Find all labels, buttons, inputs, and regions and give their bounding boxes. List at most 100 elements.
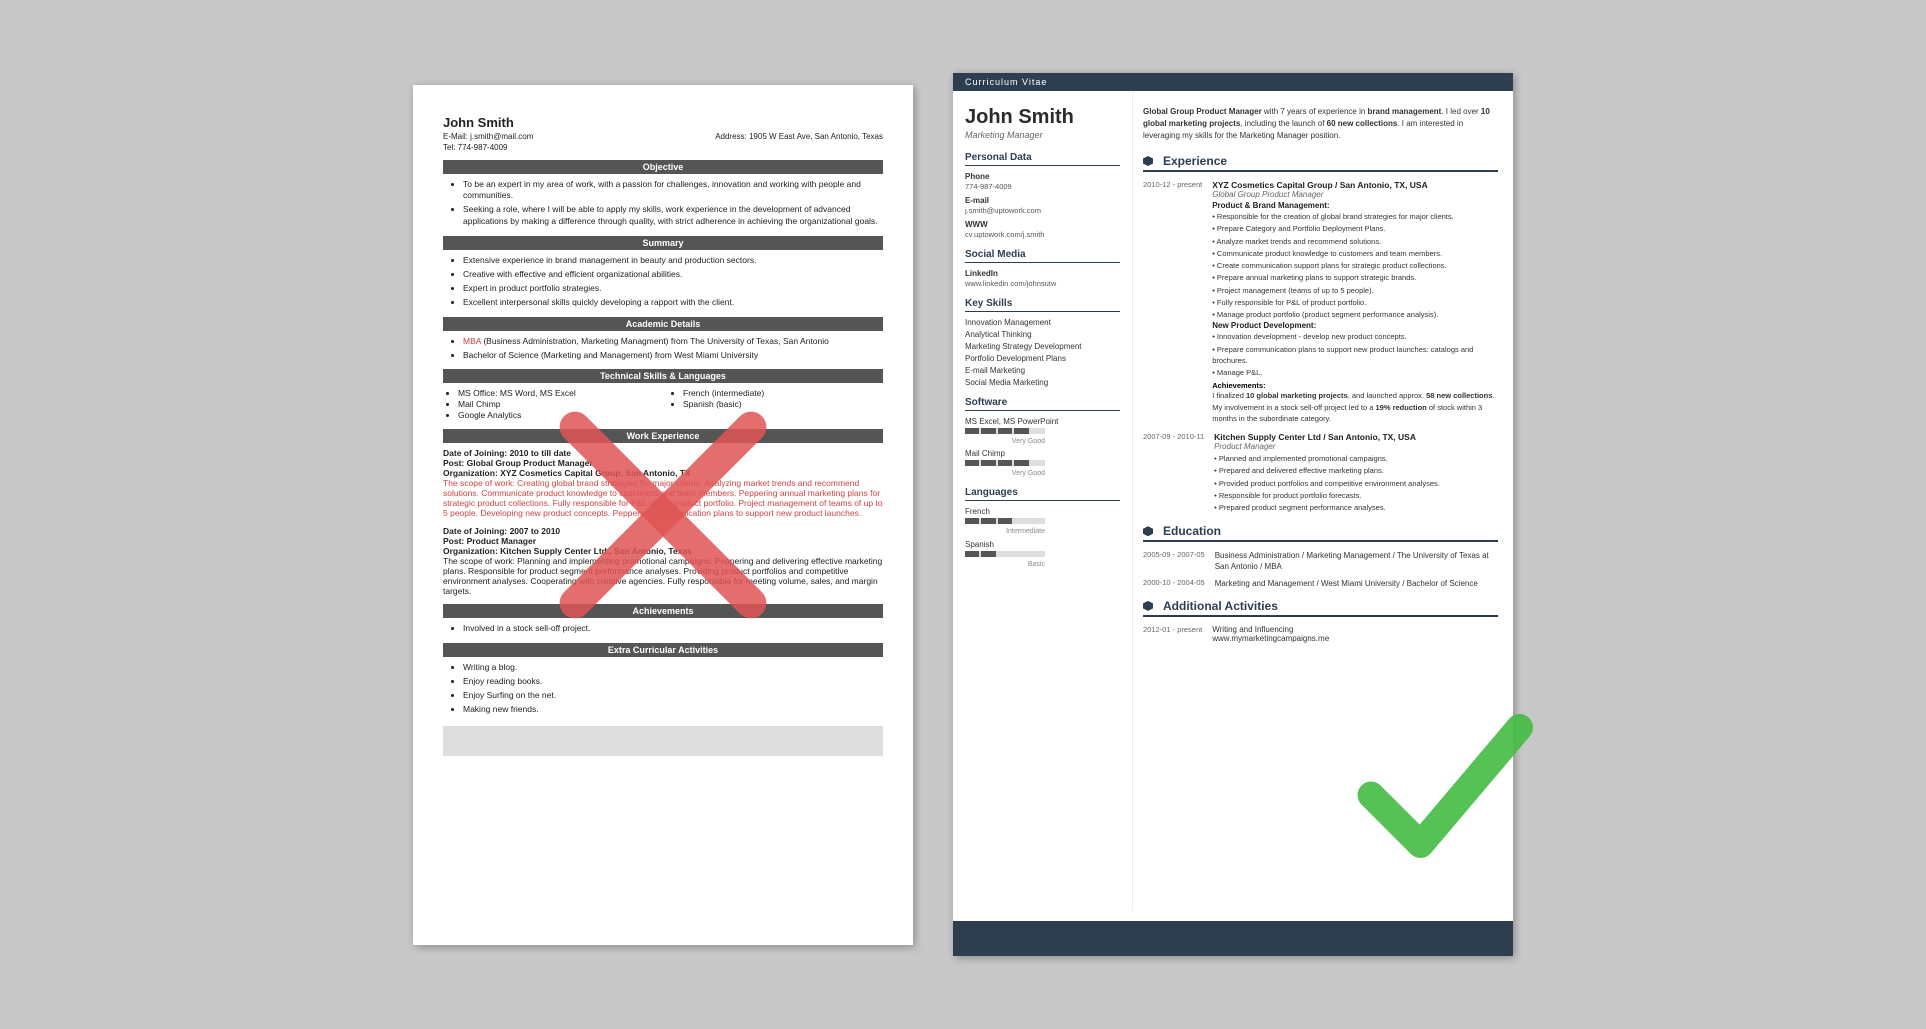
- www-value: cv.uptowork.com/j.smith: [965, 230, 1120, 239]
- bullet: • Analyze market trends and recommend so…: [1212, 236, 1498, 247]
- list-item: Enjoy Surfing on the net.: [463, 690, 883, 702]
- social-media-title: Social Media: [965, 249, 1120, 263]
- bullet: • Communicate product knowledge to custo…: [1212, 248, 1498, 259]
- achievements-title: Achievements: [443, 604, 883, 618]
- summary-list: Extensive experience in brand management…: [443, 255, 883, 309]
- edu-content-2: Marketing and Management / West Miami Un…: [1215, 578, 1498, 589]
- list-item: Spanish (basic): [683, 399, 883, 409]
- bar-seg: [998, 551, 1012, 557]
- right-content: John Smith Marketing Manager Personal Da…: [953, 91, 1513, 911]
- bar-seg: [998, 428, 1012, 434]
- work-date-2: Date of Joining: 2007 to 2010: [443, 526, 560, 536]
- linkedin-value: www.linkedin.com/johnsutw: [965, 279, 1120, 288]
- lang-bar-2: [965, 551, 1045, 557]
- personal-data-title: Personal Data: [965, 152, 1120, 166]
- lang-bar-label-2: Basic: [965, 561, 1045, 568]
- section-dot-icon: [1143, 601, 1153, 611]
- bullet: • Innovation development - develop new p…: [1212, 331, 1498, 342]
- left-address: Address: 1905 W East Ave, San Antonio, T…: [715, 132, 883, 141]
- left-skills: MS Office: MS Word, MS Excel Mail Chimp …: [443, 388, 658, 421]
- edu-content-1: Business Administration / Marketing Mana…: [1215, 550, 1498, 572]
- www-label: WWW: [965, 220, 1120, 229]
- objective-title: Objective: [443, 160, 883, 174]
- work-org-2: Organization: Kitchen Supply Center Ltd.…: [443, 546, 692, 556]
- bar-seg: [998, 518, 1012, 524]
- phone-label: Phone: [965, 172, 1120, 181]
- languages-title: Languages: [965, 487, 1120, 501]
- exp-content-1: XYZ Cosmetics Capital Group / San Antoni…: [1212, 180, 1498, 424]
- achievements-list: Involved in a stock sell-off project.: [443, 623, 883, 635]
- list-item: Mail Chimp: [458, 399, 658, 409]
- act-text: Writing and Influencing: [1212, 625, 1329, 634]
- software-item-2: Mail Chimp: [965, 449, 1120, 458]
- lang-bar-1: [965, 518, 1045, 524]
- software-bar-label-1: Very Good: [965, 438, 1045, 445]
- list-item: Creative with effective and efficient or…: [463, 269, 883, 281]
- ach-text-1: I finalized 10 global marketing projects…: [1212, 390, 1498, 401]
- phone-value: 774-987-4009: [965, 182, 1120, 191]
- bullet: • Responsible for product portfolio fore…: [1214, 490, 1498, 501]
- extra-list: Writing a blog. Enjoy reading books. Enj…: [443, 662, 883, 716]
- exp-bullets-3: • Planned and implemented promotional ca…: [1214, 453, 1498, 513]
- act-content-1: Writing and Influencing www.mymarketingc…: [1212, 625, 1329, 643]
- bar-seg: [981, 460, 995, 466]
- exp-role-2: Product Manager: [1214, 442, 1498, 451]
- email-label: E-mail: [965, 196, 1120, 205]
- act-entry-1: 2012-01 - present Writing and Influencin…: [1143, 625, 1498, 643]
- software-bar-2: [965, 460, 1045, 466]
- bullet: • Project management (teams of up to 5 p…: [1212, 285, 1498, 296]
- left-contact: E-Mail: j.smith@mail.com Address: 1905 W…: [443, 132, 883, 141]
- work-scope-2: The scope of work: Planning and implemen…: [443, 556, 883, 596]
- work-entry-1: Date of Joining: 2010 to till date Post:…: [443, 448, 883, 518]
- edu-dates-2: 2000-10 - 2004-05: [1143, 578, 1205, 589]
- lang-bar-label-1: Intermediate: [965, 528, 1045, 535]
- right-resume-wrapper: Curriculum Vitae John Smith Marketing Ma…: [953, 73, 1513, 956]
- software-title: Software: [965, 397, 1120, 411]
- bar-seg: [1014, 460, 1028, 466]
- act-url: www.mymarketingcampaigns.me: [1212, 634, 1329, 643]
- work-post-2: Post: Product Manager: [443, 536, 536, 546]
- edu-entry-1: 2005-09 - 2007-05 Business Administratio…: [1143, 550, 1498, 572]
- bullet: • Manage P&L.: [1212, 367, 1498, 378]
- cv-banner: Curriculum Vitae: [953, 73, 1513, 91]
- bar-seg: [965, 428, 979, 434]
- left-resume: John Smith E-Mail: j.smith@mail.com Addr…: [413, 85, 913, 945]
- bar-seg: [1014, 428, 1028, 434]
- work-org-1: Organization: XYZ Cosmetics Capital Grou…: [443, 468, 691, 478]
- right-intro: Global Group Product Manager with 7 year…: [1143, 106, 1498, 142]
- bullet: • Planned and implemented promotional ca…: [1214, 453, 1498, 464]
- list-item: Google Analytics: [458, 410, 658, 420]
- skills-cols: MS Office: MS Word, MS Excel Mail Chimp …: [443, 388, 883, 421]
- right-skills: French (intermediate) Spanish (basic): [668, 388, 883, 421]
- work-title: Work Experience: [443, 429, 883, 443]
- bullet: • Create communication support plans for…: [1212, 260, 1498, 271]
- skill-item: Analytical Thinking: [965, 330, 1120, 339]
- bar-seg: [1031, 460, 1045, 466]
- list-item: MS Office: MS Word, MS Excel: [458, 388, 658, 398]
- academic-list: MBA (Business Administration, Marketing …: [443, 336, 883, 362]
- skill-item: Innovation Management: [965, 318, 1120, 327]
- list-item: Seeking a role, where I will be able to …: [463, 204, 883, 228]
- exp-dates-1: 2010-12 - present: [1143, 180, 1202, 424]
- bar-seg: [981, 518, 995, 524]
- exp-content-2: Kitchen Supply Center Ltd / San Antonio,…: [1214, 432, 1498, 514]
- bar-seg: [1031, 428, 1045, 434]
- education-section-title: Education: [1143, 524, 1498, 542]
- edu-dates-1: 2005-09 - 2007-05: [1143, 550, 1205, 572]
- exp-company-1: XYZ Cosmetics Capital Group / San Antoni…: [1212, 180, 1498, 190]
- extra-title: Extra Curricular Activities: [443, 643, 883, 657]
- bullet: • Responsible for the creation of global…: [1212, 211, 1498, 222]
- bar-seg: [981, 428, 995, 434]
- bar-seg: [981, 551, 995, 557]
- bullet: • Prepared and delivered effective marke…: [1214, 465, 1498, 476]
- work-entry-2: Date of Joining: 2007 to 2010 Post: Prod…: [443, 526, 883, 596]
- right-name: John Smith: [965, 106, 1120, 128]
- left-name: John Smith: [443, 115, 883, 130]
- objective-list: To be an expert in my area of work, with…: [443, 179, 883, 229]
- bar-seg: [1014, 551, 1028, 557]
- technical-title: Technical Skills & Languages: [443, 369, 883, 383]
- skill-item: Portfolio Development Plans: [965, 354, 1120, 363]
- act-dates-1: 2012-01 - present: [1143, 625, 1202, 643]
- list-item: Involved in a stock sell-off project.: [463, 623, 883, 635]
- bullet: • Prepare annual marketing plans to supp…: [1212, 272, 1498, 283]
